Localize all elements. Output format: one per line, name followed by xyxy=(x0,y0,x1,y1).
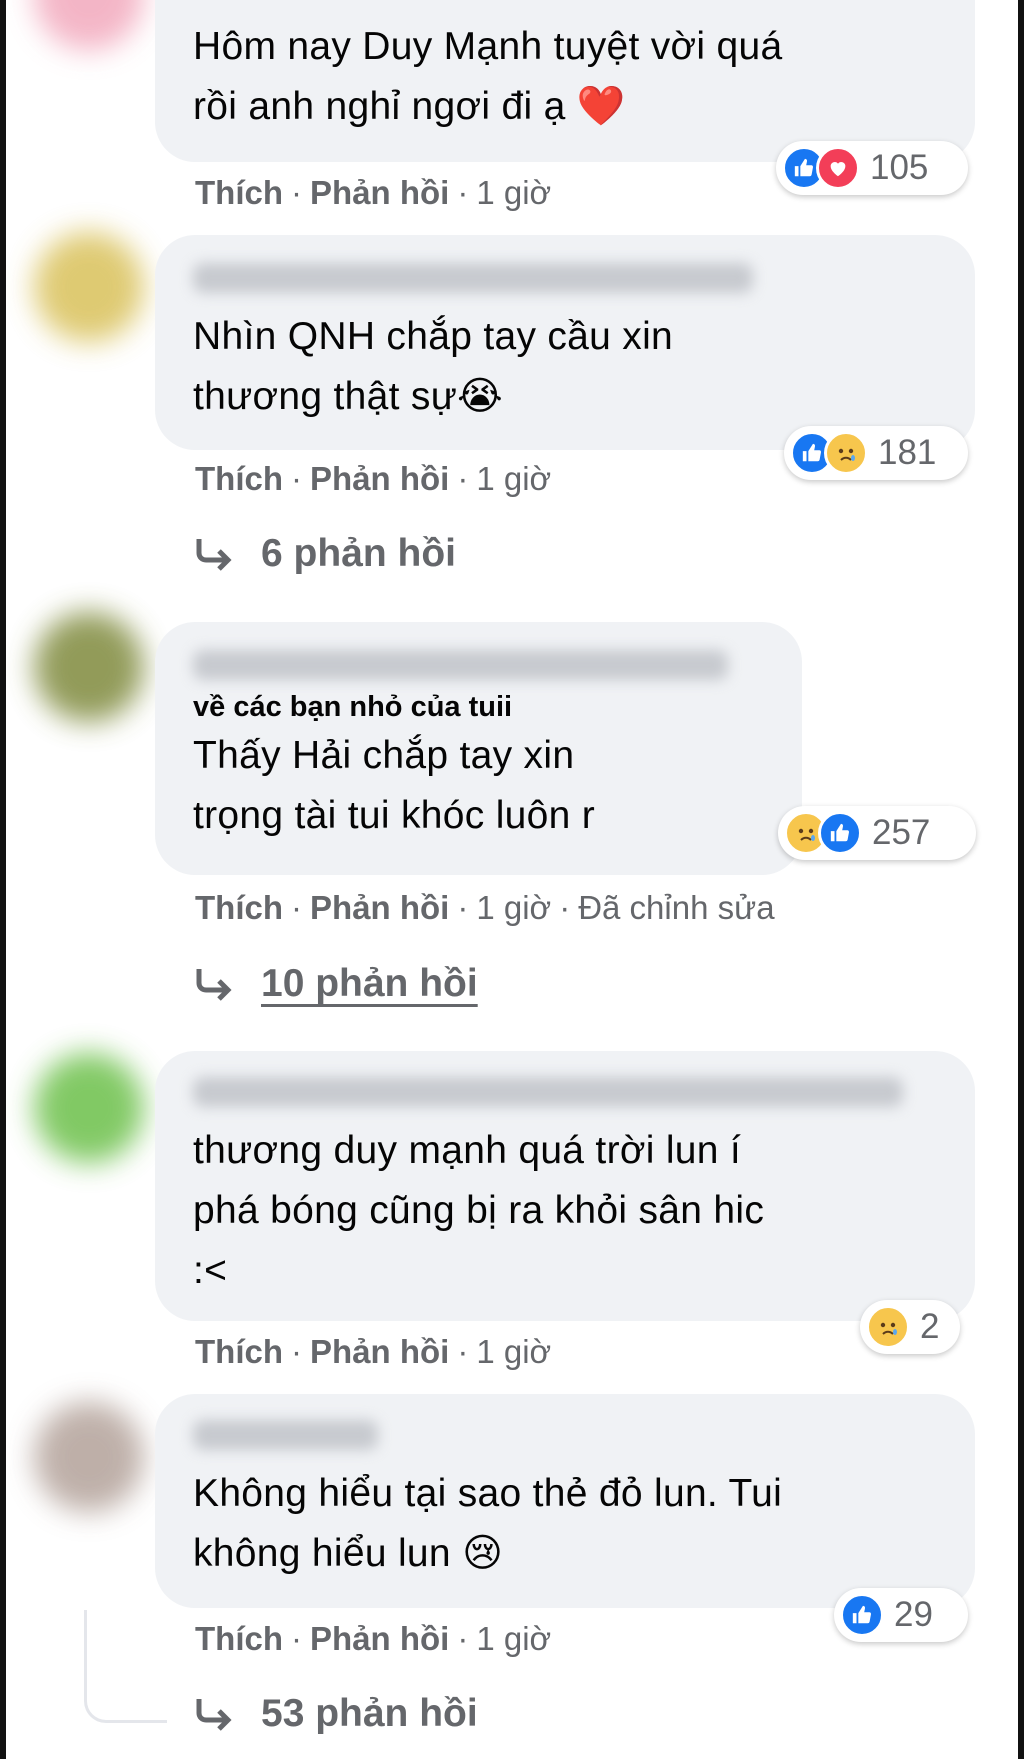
comment-text: Không hiểu tại sao thẻ đỏ lun. Tui không… xyxy=(193,1472,783,1575)
comment-actions: Thích · Phản hồi · 1 giờ · Đã chỉnh sửa xyxy=(195,889,775,927)
reaction-summary[interactable]: 257 xyxy=(778,806,976,860)
commenter-name[interactable] xyxy=(193,1077,903,1107)
reply-link[interactable]: Phản hồi xyxy=(310,889,449,926)
reply-link[interactable]: Phản hồi xyxy=(310,1333,449,1370)
timestamp[interactable]: 1 giờ xyxy=(476,1333,551,1370)
sad-reaction-icon xyxy=(824,431,868,475)
edited-label: Đã chỉnh sửa xyxy=(578,889,775,926)
comment-bubble: thương duy mạnh quá trời lun í phá bóng … xyxy=(155,1051,975,1321)
comment-text: thương duy mạnh quá trời lun í phá bóng … xyxy=(193,1129,765,1292)
commenter-name[interactable] xyxy=(193,650,728,680)
view-replies-link[interactable]: 53 phản hồi xyxy=(195,1692,478,1736)
timestamp[interactable]: 1 giờ xyxy=(476,1620,551,1657)
replies-count[interactable]: 53 phản hồi xyxy=(261,1692,478,1736)
timestamp[interactable]: 1 giờ xyxy=(476,460,551,497)
replies-count[interactable]: 10 phản hồi xyxy=(261,962,478,1006)
commenter-avatar[interactable] xyxy=(34,0,144,50)
commenter-avatar[interactable] xyxy=(34,1053,144,1163)
commenter-name[interactable] xyxy=(193,1420,378,1450)
reaction-summary[interactable]: 181 xyxy=(784,426,968,480)
reply-arrow-icon xyxy=(195,537,235,571)
comment-actions: Thích · Phản hồi · 1 giờ xyxy=(195,1620,551,1658)
comment-actions: Thích · Phản hồi · 1 giờ xyxy=(195,174,551,212)
reaction-count: 181 xyxy=(878,433,937,472)
reply-link[interactable]: Phản hồi xyxy=(310,1620,449,1657)
timestamp[interactable]: 1 giờ xyxy=(476,889,551,926)
separator-dot: · xyxy=(291,1620,302,1657)
comment-bubble: về các bạn nhỏ của tuii Thấy Hải chắp ta… xyxy=(155,622,802,875)
reaction-count: 105 xyxy=(870,148,929,187)
comment-bubble: Nhìn QNH chắp tay cầu xin thương thật sự… xyxy=(155,235,975,450)
thread-line xyxy=(84,1610,167,1723)
comment-bubble: Hôm nay Duy Mạnh tuyệt vời quá rồi anh n… xyxy=(155,0,975,162)
commenter-avatar[interactable] xyxy=(34,1402,144,1512)
view-replies-link[interactable]: 10 phản hồi xyxy=(195,962,478,1006)
reaction-summary[interactable]: 105 xyxy=(776,141,968,195)
separator-dot: · xyxy=(559,889,571,926)
sad-emoji: 😢 xyxy=(462,1532,504,1575)
replies-count[interactable]: 6 phản hồi xyxy=(261,532,456,576)
reaction-summary[interactable]: 29 xyxy=(834,1588,968,1642)
commenter-avatar[interactable] xyxy=(34,612,144,722)
separator-dot: · xyxy=(291,460,302,497)
reaction-count: 2 xyxy=(920,1307,940,1346)
comment-text: Thấy Hải chắp tay xin trọng tài tui khóc… xyxy=(193,734,596,837)
screen-frame-right xyxy=(1018,0,1024,1759)
screen-frame-left xyxy=(0,0,6,1759)
reaction-summary[interactable]: 2 xyxy=(860,1300,960,1354)
comment-subline: về các bạn nhỏ của tuii xyxy=(193,691,513,723)
like-link[interactable]: Thích xyxy=(195,460,283,497)
love-reaction-icon xyxy=(816,146,860,190)
timestamp[interactable]: 1 giờ xyxy=(476,174,551,211)
separator-dot: · xyxy=(457,460,469,497)
like-reaction-icon xyxy=(840,1593,884,1637)
like-link[interactable]: Thích xyxy=(195,174,283,211)
separator-dot: · xyxy=(457,1620,469,1657)
separator-dot: · xyxy=(457,174,469,211)
like-link[interactable]: Thích xyxy=(195,1333,283,1370)
reply-link[interactable]: Phản hồi xyxy=(310,460,449,497)
heart-emoji: ❤️ xyxy=(576,85,626,128)
like-reaction-icon xyxy=(818,811,862,855)
reaction-count: 29 xyxy=(894,1595,933,1634)
crying-emoji: 😭 xyxy=(457,375,503,418)
comment-actions: Thích · Phản hồi · 1 giờ xyxy=(195,1333,551,1371)
separator-dot: · xyxy=(291,889,302,926)
reply-arrow-icon xyxy=(195,1697,235,1731)
reaction-count: 257 xyxy=(872,813,931,852)
like-link[interactable]: Thích xyxy=(195,1620,283,1657)
separator-dot: · xyxy=(291,1333,302,1370)
reply-arrow-icon xyxy=(195,967,235,1001)
separator-dot: · xyxy=(457,889,469,926)
separator-dot: · xyxy=(291,174,302,211)
commenter-name[interactable] xyxy=(193,263,753,293)
commenter-avatar[interactable] xyxy=(34,232,144,342)
comment-actions: Thích · Phản hồi · 1 giờ xyxy=(195,460,551,498)
comment-bubble: Không hiểu tại sao thẻ đỏ lun. Tui không… xyxy=(155,1394,975,1608)
reply-link[interactable]: Phản hồi xyxy=(310,174,449,211)
view-replies-link[interactable]: 6 phản hồi xyxy=(195,532,456,576)
comment-text: Nhìn QNH chắp tay cầu xin thương thật sự… xyxy=(193,315,674,418)
sad-reaction-icon xyxy=(866,1305,910,1349)
comment-text: Hôm nay Duy Mạnh tuyệt vời quá rồi anh n… xyxy=(193,25,783,128)
like-link[interactable]: Thích xyxy=(195,889,283,926)
separator-dot: · xyxy=(457,1333,469,1370)
